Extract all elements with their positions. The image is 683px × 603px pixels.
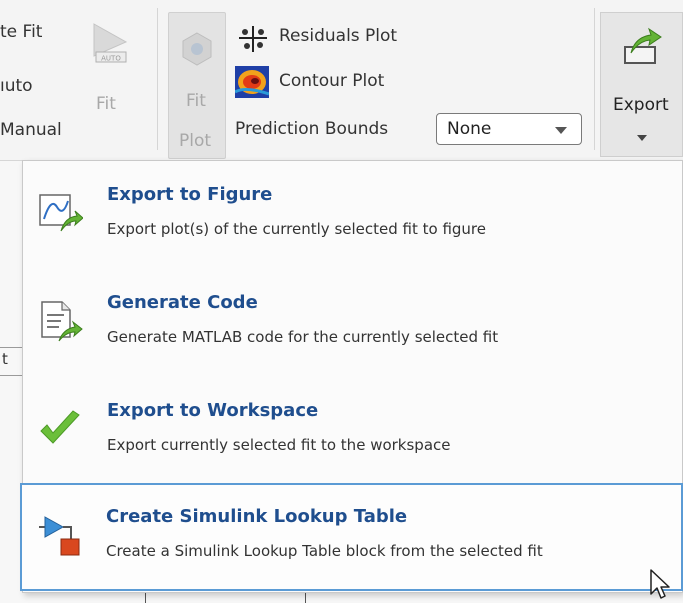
fit-plot-label-1: Fit: [186, 91, 206, 111]
residuals-plot-icon: [239, 26, 267, 52]
prediction-bounds-select[interactable]: None: [436, 113, 582, 145]
simulink-block-icon: [39, 516, 80, 556]
menu-item-title: Export to Figure: [107, 184, 273, 205]
toolstrip: te Fit ıuto Manual AUTO Fit Fit Plot Res…: [0, 0, 683, 161]
fit-plot-label-2: Plot: [179, 131, 212, 151]
menu-item-title: Create Simulink Lookup Table: [106, 506, 408, 527]
auto-badge: AUTO: [101, 55, 121, 63]
export-button[interactable]: Export: [600, 12, 683, 157]
generate-code-icon: [41, 301, 83, 342]
toolstrip-separator: [157, 8, 158, 150]
auto-fit-label[interactable]: te Fit: [0, 22, 42, 42]
menu-item-description: Export plot(s) of the currently selected…: [107, 220, 486, 238]
manual-label[interactable]: Manual: [0, 120, 62, 140]
export-figure-icon: [39, 194, 83, 232]
chevron-down-icon: [637, 135, 647, 141]
chevron-down-icon: [555, 127, 567, 134]
export-icon: [624, 27, 662, 64]
divider: [0, 347, 22, 348]
menu-item-export-to-figure[interactable]: Export to Figure Export plot(s) of the c…: [23, 161, 682, 269]
divider: [145, 593, 146, 603]
menu-item-description: Export currently selected fit to the wor…: [107, 436, 451, 454]
menu-item-title: Export to Workspace: [107, 400, 319, 421]
fit-plot-icon: [182, 32, 212, 66]
prediction-bounds-value: None: [447, 119, 492, 139]
residuals-plot-button[interactable]: Residuals Plot: [279, 26, 397, 46]
menu-item-title: Generate Code: [107, 292, 258, 313]
menu-item-generate-code[interactable]: Generate Code Generate MATLAB code for t…: [23, 269, 682, 377]
background-text-fragment: t: [2, 350, 8, 368]
menu-item-export-to-workspace[interactable]: Export to Workspace Export currently sel…: [23, 377, 682, 485]
auto-fit-icon[interactable]: AUTO: [90, 22, 130, 64]
menu-item-create-simulink-lookup-table[interactable]: Create Simulink Lookup Table Create a Si…: [20, 483, 683, 591]
toolstrip-separator: [594, 8, 595, 150]
menu-item-description: Generate MATLAB code for the currently s…: [107, 328, 499, 346]
checkmark-icon: [40, 410, 80, 444]
fit-plot-button[interactable]: Fit Plot: [168, 12, 226, 159]
mouse-pointer-icon: [650, 569, 670, 599]
divider: [0, 375, 22, 376]
prediction-bounds-label: Prediction Bounds: [235, 119, 389, 139]
divider: [305, 593, 306, 603]
menu-item-description: Create a Simulink Lookup Table block fro…: [106, 542, 543, 560]
export-menu: Export to Figure Export plot(s) of the c…: [20, 160, 683, 593]
fit-button[interactable]: Fit: [96, 94, 116, 114]
contour-plot-button[interactable]: Contour Plot: [279, 71, 384, 91]
auto-label[interactable]: ıuto: [0, 76, 33, 96]
contour-plot-icon: [235, 66, 269, 98]
export-label: Export: [613, 95, 669, 115]
